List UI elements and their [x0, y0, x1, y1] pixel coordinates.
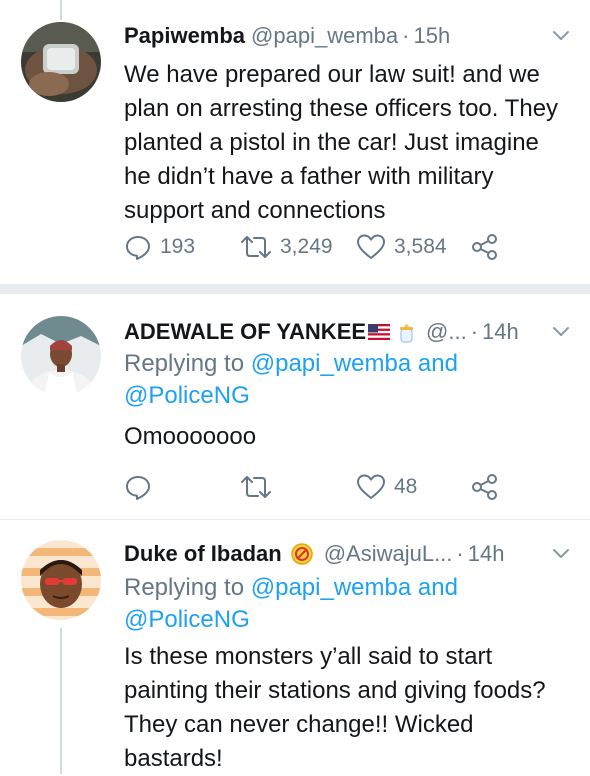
separator-dot: ·	[470, 319, 479, 344]
separator-dot: ·	[456, 541, 464, 566]
retweet-button[interactable]	[240, 470, 280, 504]
retweet-count: 3,249	[280, 235, 333, 258]
tweet-text-line: he didn’t have a father with military	[124, 163, 494, 190]
reply-icon	[126, 236, 150, 260]
tweet-adewale[interactable]: ADEWALE OF YANKEE @... · 14h Replying to…	[0, 294, 590, 519]
retweet-icon	[241, 476, 271, 498]
replying-to: Replying to @papi_wemba and @PoliceNG	[124, 348, 572, 412]
tweet-text-line: plan on arresting these officers too. Th…	[124, 95, 559, 122]
reply-button[interactable]: 193	[124, 230, 195, 264]
tweet-text-line: painting their stations and giving foods…	[124, 677, 546, 704]
thread-line-bottom	[60, 628, 62, 774]
replying-prefix: Replying to	[124, 350, 251, 377]
tweet-header: ADEWALE OF YANKEE @... · 14h	[124, 314, 574, 350]
replying-prefix: Replying to	[124, 574, 251, 601]
avatar[interactable]	[21, 22, 101, 102]
thread-separator	[0, 284, 590, 294]
separator-dot: ·	[402, 23, 410, 48]
avatar[interactable]	[21, 316, 101, 396]
heart-icon	[357, 234, 385, 259]
tweet-actions: 193 3,249 3,584	[124, 230, 570, 264]
display-name[interactable]: Duke of Ibadan	[124, 541, 282, 567]
user-handle[interactable]: @...	[426, 319, 467, 345]
us-flag-icon	[368, 324, 391, 340]
reply-icon	[126, 476, 150, 500]
tweet-text: Is these monsters y’all said to start pa…	[124, 640, 572, 776]
tweet-duke-of-ibadan[interactable]: Duke of Ibadan @AsiwajuL... · 14h Replyi…	[0, 520, 590, 774]
mention-link[interactable]: @PoliceNG	[124, 382, 250, 409]
tweet-actions: 48	[124, 470, 570, 504]
tweet-text-line: We have prepared our law suit! and we	[124, 61, 540, 88]
like-button[interactable]: 48	[356, 470, 417, 504]
mention-link[interactable]: @PoliceNG	[124, 606, 250, 633]
timestamp[interactable]: 14h	[468, 541, 505, 567]
like-count: 48	[394, 475, 418, 498]
retweet-button[interactable]: 3,249	[240, 230, 333, 264]
share-button[interactable]	[470, 230, 508, 264]
share-button[interactable]	[470, 470, 508, 504]
display-name[interactable]: Papiwemba	[124, 23, 245, 49]
avatar[interactable]	[21, 540, 101, 620]
tweet-text-line: planted a pistol in the car! Just imagin…	[124, 129, 539, 156]
like-count: 3,584	[394, 235, 447, 258]
like-button[interactable]: 3,584	[356, 230, 447, 264]
tweet-text-line: bastards!	[124, 745, 223, 772]
tweet-papiwemba[interactable]: Papiwemba @papi_wemba · 15h We have prep…	[0, 0, 590, 284]
retweet-icon	[241, 236, 271, 258]
tweet-header: Duke of Ibadan @AsiwajuL... · 14h	[124, 536, 574, 572]
tweet-text-line: Is these monsters y’all said to start	[124, 643, 493, 670]
timestamp[interactable]: 14h	[482, 319, 519, 345]
tweet-text-line: support and connections	[124, 197, 386, 224]
tweet-header: Papiwemba @papi_wemba · 15h	[124, 18, 574, 54]
chevron-down-icon[interactable]	[548, 22, 574, 48]
tweet-text-line: They can never change!! Wicked	[124, 711, 474, 738]
mention-link[interactable]: @papi_wemba	[251, 574, 411, 601]
no-entry-sign-icon	[290, 543, 313, 565]
tweet-text: We have prepared our law suit! and we pl…	[124, 58, 572, 228]
replying-to: Replying to @papi_wemba and @PoliceNG	[124, 572, 572, 636]
mention-link[interactable]: @papi_wemba	[251, 350, 411, 377]
baby-bottle-icon	[400, 324, 414, 343]
chevron-down-icon[interactable]	[548, 540, 574, 566]
share-icon	[472, 234, 497, 260]
reply-count: 193	[160, 235, 196, 258]
reply-button[interactable]	[124, 470, 160, 504]
heart-icon	[357, 474, 385, 499]
replying-and[interactable]: and	[411, 350, 458, 377]
display-name[interactable]: ADEWALE OF YANKEE	[124, 319, 366, 345]
replying-and[interactable]: and	[411, 574, 458, 601]
timestamp[interactable]: 15h	[413, 23, 450, 49]
user-handle[interactable]: @papi_wemba	[251, 23, 398, 49]
user-handle[interactable]: @AsiwajuL...	[324, 541, 453, 567]
share-icon	[472, 474, 497, 500]
tweet-text: Omooooooo	[124, 423, 257, 450]
chevron-down-icon[interactable]	[548, 318, 574, 344]
